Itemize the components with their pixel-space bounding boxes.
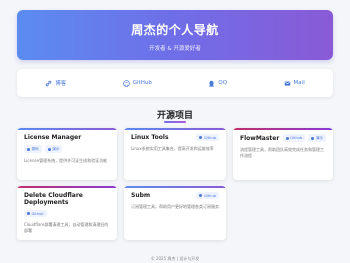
project-buttons: 源码 演示 — [24, 145, 110, 153]
github-icon — [199, 194, 203, 197]
link-mail[interactable]: Mail — [284, 80, 305, 87]
link-icon — [45, 80, 52, 86]
project-card-flowmaster[interactable]: FlowMaster Github 演示 流程管理工具，帮助团队高效完成任务和管… — [233, 128, 333, 180]
footer: © 2025 周杰 | 设计与开发 — [150, 256, 200, 261]
code-icon — [27, 147, 30, 151]
project-buttons: Github 演示 — [282, 134, 326, 142]
mail-icon — [284, 81, 290, 86]
link-label: 博客 — [55, 81, 67, 87]
project-card-license-manager[interactable]: License Manager 源码 演示 License管理系统，提供许可证生… — [17, 128, 117, 180]
github-icon — [122, 79, 130, 87]
github-button[interactable]: Github — [282, 134, 306, 142]
github-button[interactable]: Github — [196, 134, 219, 141]
project-description: 流程管理工具，帮助团队高效完成任务和管理工作流程 — [240, 147, 324, 158]
project-description: License管理系统，提供许可证生成和验证功能 — [24, 158, 108, 163]
link-qq[interactable]: QQ — [208, 80, 227, 87]
github-icon — [199, 136, 203, 139]
section-title: 开源项目 — [156, 111, 193, 121]
eye-icon — [47, 147, 51, 151]
link-blog[interactable]: 博客 — [45, 79, 66, 87]
links-bar: 博客 GitHub QQ Mail — [17, 69, 333, 97]
button-label: Github — [203, 135, 216, 140]
github-icon — [27, 212, 30, 215]
link-label: QQ — [218, 80, 228, 86]
button-label: 源码 — [31, 146, 39, 151]
project-description: 订阅管理工具，帮助用户更好地管理各类订阅服务 — [131, 204, 219, 209]
link-label: Mail — [293, 80, 305, 86]
button-label: Github — [290, 136, 303, 140]
demo-button[interactable]: 演示 — [308, 134, 326, 142]
hero-banner: 周杰的个人导航 开发者 & 开源爱好者 — [17, 10, 333, 60]
link-label: GitHub — [132, 80, 152, 86]
source-button[interactable]: 源码 — [24, 145, 42, 153]
button-label: Github — [203, 193, 216, 198]
page-subtitle: 开发者 & 开源爱好者 — [149, 46, 201, 52]
section-underline — [164, 121, 186, 123]
project-title: Delete Cloudflare Deployments — [24, 192, 83, 206]
project-card-subm[interactable]: Subm Github 订阅管理工具，帮助用户更好地管理各类订阅服务 — [124, 186, 226, 240]
eye-icon — [311, 136, 315, 140]
project-buttons: Github — [24, 210, 110, 217]
project-title: FlowMaster — [240, 134, 280, 142]
link-github[interactable]: GitHub — [122, 79, 152, 87]
qq-icon — [209, 80, 215, 87]
project-card-delete-cloudflare[interactable]: Delete Cloudflare Deployments Github Clo… — [17, 186, 117, 240]
project-title: License Manager — [24, 134, 82, 141]
project-title: Subm — [131, 192, 151, 199]
button-label: Github — [31, 211, 44, 216]
project-description: Cloudflare部署清理工具，自动管理和清理旧的部署 — [24, 222, 109, 233]
github-icon — [285, 136, 289, 140]
github-button[interactable]: Github — [196, 192, 219, 199]
project-title: Linux Tools — [131, 134, 169, 141]
page-title: 周杰的个人导航 — [131, 23, 219, 37]
demo-button[interactable]: 演示 — [44, 145, 63, 153]
button-label: 演示 — [315, 135, 323, 140]
project-description: Linux系统实用工具集合，提高开发和运维效率 — [131, 146, 214, 151]
button-label: 演示 — [52, 146, 60, 151]
page: 周杰的个人导航 开发者 & 开源爱好者 博客 GitHub QQ Mail 开源… — [0, 0, 350, 263]
github-button[interactable]: Github — [24, 210, 47, 217]
project-card-linux-tools[interactable]: Linux Tools Github Linux系统实用工具集合，提高开发和运维… — [124, 128, 226, 180]
